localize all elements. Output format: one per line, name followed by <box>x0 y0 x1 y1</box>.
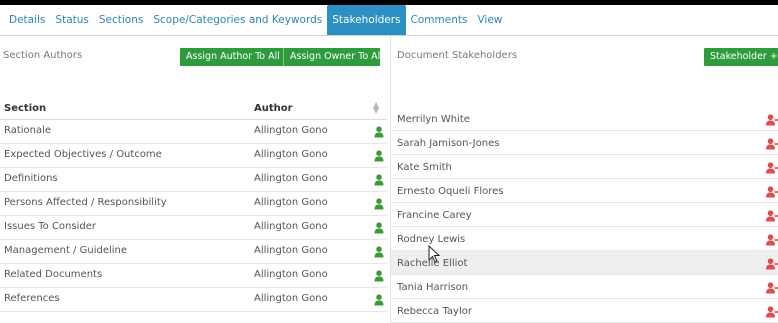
user-icon[interactable] <box>374 171 384 190</box>
document-stakeholders-header: Document Stakeholders Stakeholder + <box>391 47 778 67</box>
table-row: Expected Objectives / Outcome Allington G… <box>0 144 387 168</box>
tab-bar: Details Status Sections Scope/Categories… <box>0 5 778 36</box>
stakeholder-row[interactable]: Tania Harrison <box>391 275 778 299</box>
user-icon[interactable] <box>374 219 384 238</box>
user-remove-icon[interactable] <box>766 279 778 298</box>
table-row: Persons Affected / Responsibility Allingt… <box>0 192 387 216</box>
table-row: Management / Guideline Allington Gono <box>0 240 387 264</box>
sort-icon[interactable]: ▲ ▼ <box>373 101 379 115</box>
user-icon[interactable] <box>374 123 384 142</box>
section-name: Related Documents <box>4 269 103 280</box>
stakeholder-name: Merrilyn White <box>397 114 470 125</box>
user-remove-icon[interactable] <box>766 135 778 154</box>
document-stakeholders-panel: Document Stakeholders Stakeholder + Merr… <box>390 36 778 323</box>
author-name: Allington Gono <box>254 173 328 184</box>
stakeholder-row[interactable]: Francine Carey <box>391 203 778 227</box>
section-name: Persons Affected / Responsibility <box>4 197 167 208</box>
author-name: Allington Gono <box>254 293 328 304</box>
assign-owner-to-all-button[interactable]: Assign Owner To All <box>284 48 383 66</box>
section-authors-panel: Section Authors Assign Author To All Ass… <box>0 36 387 323</box>
stakeholder-row[interactable]: Merrilyn White <box>391 107 778 131</box>
section-authors-header: Section Authors Assign Author To All Ass… <box>0 47 387 67</box>
stakeholder-row[interactable]: Rachelle Elliot <box>391 251 778 275</box>
document-stakeholders-title: Document Stakeholders <box>397 50 518 61</box>
user-icon[interactable] <box>374 243 384 262</box>
stakeholder-row[interactable]: Ernesto Oqueli Flores <box>391 179 778 203</box>
tab-scope-categories-keywords[interactable]: Scope/Categories and Keywords <box>148 5 327 35</box>
stakeholder-row[interactable]: Sarah Jamison-Jones <box>391 131 778 155</box>
author-name: Allington Gono <box>254 221 328 232</box>
section-authors-title: Section Authors <box>3 50 83 61</box>
section-name: Issues To Consider <box>4 221 96 232</box>
user-remove-icon[interactable] <box>766 255 778 274</box>
section-authors-table-header: Section Author ▲ ▼ <box>0 98 387 120</box>
tab-details[interactable]: Details <box>4 5 50 35</box>
author-name: Allington Gono <box>254 125 328 136</box>
stakeholder-row[interactable]: Kate Smith <box>391 155 778 179</box>
author-name: Allington Gono <box>254 269 328 280</box>
add-stakeholder-button[interactable]: Stakeholder + <box>704 48 778 66</box>
stakeholder-name: Tania Harrison <box>397 282 469 293</box>
tab-status[interactable]: Status <box>50 5 93 35</box>
column-header-author[interactable]: Author <box>254 103 293 114</box>
table-row: Issues To Consider Allington Gono <box>0 216 387 240</box>
tab-comments[interactable]: Comments <box>406 5 473 35</box>
stakeholder-name: Francine Carey <box>397 210 472 221</box>
author-name: Allington Gono <box>254 149 328 160</box>
assign-author-to-all-button[interactable]: Assign Author To All <box>180 48 286 66</box>
author-name: Allington Gono <box>254 197 328 208</box>
tab-stakeholders[interactable]: Stakeholders <box>327 5 406 35</box>
user-icon[interactable] <box>374 291 384 310</box>
section-name: Expected Objectives / Outcome <box>4 149 162 160</box>
column-header-section[interactable]: Section <box>4 103 46 114</box>
stakeholder-name: Sarah Jamison-Jones <box>397 138 500 149</box>
stakeholder-name: Rebecca Taylor <box>397 306 472 317</box>
tab-sections[interactable]: Sections <box>94 5 148 35</box>
user-remove-icon[interactable] <box>766 183 778 202</box>
author-name: Allington Gono <box>254 245 328 256</box>
user-remove-icon[interactable] <box>766 207 778 226</box>
table-row: Rationale Allington Gono <box>0 120 387 144</box>
section-name: References <box>4 293 60 304</box>
user-remove-icon[interactable] <box>766 231 778 250</box>
stakeholder-name: Rodney Lewis <box>397 234 466 245</box>
user-remove-icon[interactable] <box>766 303 778 322</box>
stakeholder-row[interactable]: Rodney Lewis <box>391 227 778 251</box>
user-remove-icon[interactable] <box>766 159 778 178</box>
tab-view[interactable]: View <box>472 5 507 35</box>
user-icon[interactable] <box>374 267 384 286</box>
stakeholder-name: Kate Smith <box>397 162 452 173</box>
section-name: Management / Guideline <box>4 245 128 256</box>
section-name: Definitions <box>4 173 58 184</box>
user-icon[interactable] <box>374 195 384 214</box>
user-icon[interactable] <box>374 147 384 166</box>
table-row: Related Documents Allington Gono <box>0 264 387 288</box>
mouse-pointer-icon <box>428 245 440 263</box>
user-remove-icon[interactable] <box>766 111 778 130</box>
section-name: Rationale <box>4 125 52 136</box>
stakeholder-row[interactable]: Rebecca Taylor <box>391 299 778 323</box>
table-row: Definitions Allington Gono <box>0 168 387 192</box>
table-row: References Allington Gono <box>0 288 387 312</box>
stakeholder-name: Ernesto Oqueli Flores <box>397 186 504 197</box>
